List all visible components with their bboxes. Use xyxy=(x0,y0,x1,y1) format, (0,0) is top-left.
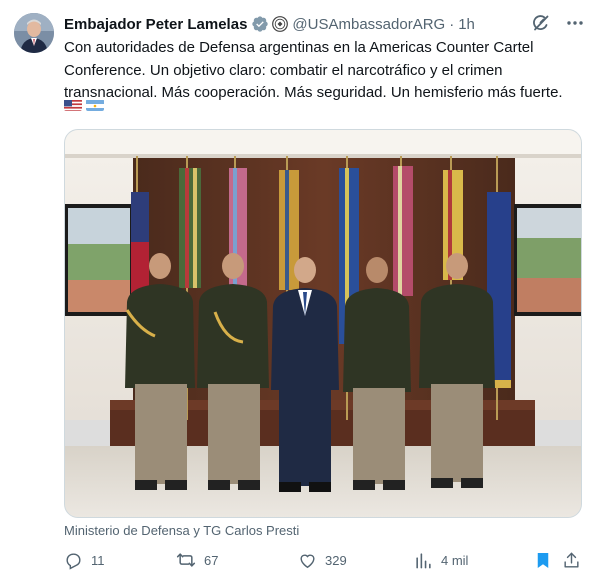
like-count: 329 xyxy=(325,552,347,568)
like-button[interactable]: 329 xyxy=(298,548,347,572)
handle[interactable]: @USAmbassadorARG xyxy=(292,16,445,33)
tweet: Embajador Peter Lamelas @USAmbassadorARG… xyxy=(0,0,601,580)
bookmark-button[interactable] xyxy=(534,548,552,572)
argentina-flag-icon xyxy=(86,99,104,111)
us-flag-icon xyxy=(64,99,82,111)
display-name[interactable]: Embajador Peter Lamelas xyxy=(64,16,247,33)
government-seal-icon[interactable] xyxy=(272,16,289,32)
header-actions xyxy=(531,13,585,33)
repost-count: 67 xyxy=(204,552,219,568)
like-icon xyxy=(298,551,317,570)
repost-button[interactable]: 67 xyxy=(176,548,218,572)
avatar[interactable] xyxy=(14,13,54,53)
views-count: 4 mil xyxy=(441,552,469,568)
separator-dot: · xyxy=(449,15,455,33)
flag-emojis xyxy=(64,99,104,111)
bookmark-icon xyxy=(534,551,552,570)
tweet-header: Embajador Peter Lamelas @USAmbassadorARG… xyxy=(64,13,585,35)
grok-icon[interactable] xyxy=(531,13,551,33)
tweet-actions: 11 67 329 4 mil xyxy=(64,548,585,572)
reply-button[interactable]: 11 xyxy=(64,548,105,572)
share-icon xyxy=(562,551,581,570)
views-button[interactable]: 4 mil xyxy=(414,548,468,572)
verified-badge-icon[interactable] xyxy=(251,15,269,33)
repost-icon xyxy=(176,550,196,570)
more-icon[interactable] xyxy=(565,13,585,33)
photo-tags[interactable]: Ministerio de Defensa y TG Carlos Presti xyxy=(64,523,299,538)
share-button[interactable] xyxy=(562,548,581,572)
timestamp[interactable]: 1h xyxy=(458,16,475,33)
tweet-text: Con autoridades de Defensa argentinas en… xyxy=(64,39,563,101)
reply-count: 11 xyxy=(91,552,105,568)
reply-icon xyxy=(64,551,83,570)
tweet-photo[interactable] xyxy=(64,129,582,518)
views-icon xyxy=(414,551,433,570)
